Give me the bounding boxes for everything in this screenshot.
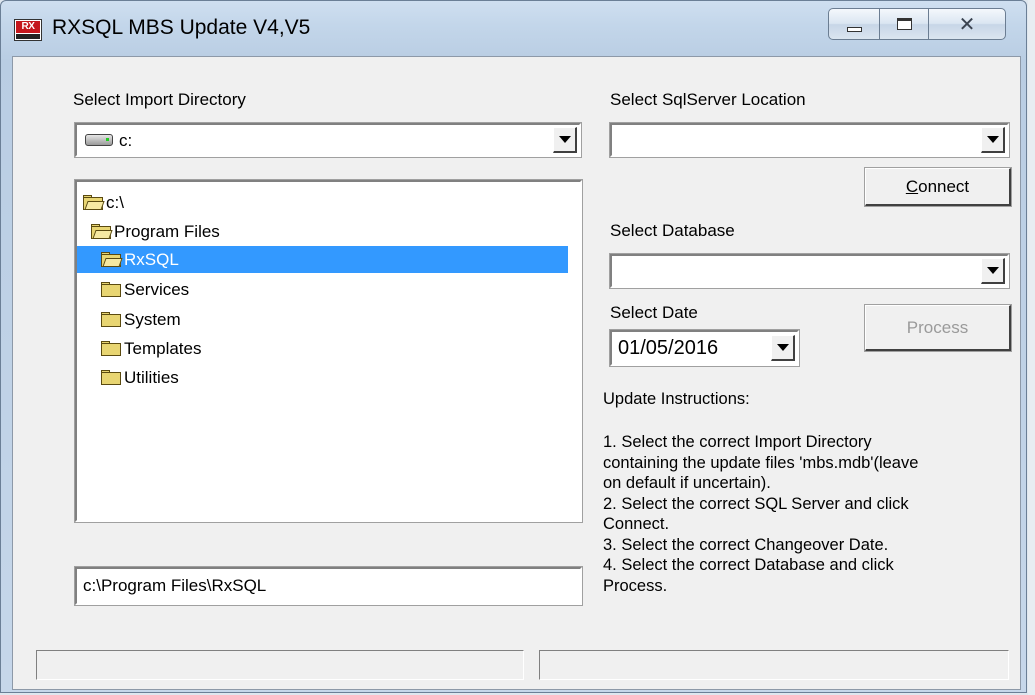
directory-item-label: Templates	[124, 338, 202, 358]
directory-item-selected[interactable]: RxSQL	[77, 246, 568, 273]
instruction-line: 2. Select the correct SQL Server and cli…	[603, 494, 909, 513]
process-button-label: Process	[906, 317, 969, 337]
dialog-client-area: Select Import Directory c: c:\ Program F…	[12, 56, 1021, 690]
folder-icon	[101, 282, 121, 297]
instruction-line: on default if uncertain).	[603, 474, 771, 492]
sqlserver-location-label: Select SqlServer Location	[610, 90, 806, 109]
chevron-down-icon	[986, 267, 999, 274]
directory-item-label: Program Files	[114, 221, 220, 241]
chevron-down-icon	[776, 344, 789, 351]
app-window: RX RXSQL MBS Update V4,V5 ✕ Select Impor…	[0, 0, 1027, 693]
instruction-line: Connect.	[603, 515, 670, 533]
database-select[interactable]	[609, 253, 1010, 289]
date-dropdown-button[interactable]	[771, 335, 795, 361]
desktop-background	[1028, 0, 1035, 695]
title-bar[interactable]: RX RXSQL MBS Update V4,V5 ✕	[1, 1, 1026, 56]
directory-item[interactable]: System	[101, 306, 181, 333]
directory-item[interactable]: Services	[101, 276, 189, 303]
selected-path-field[interactable]: c:\Program Files\RxSQL	[74, 566, 583, 606]
date-picker-value: 01/05/2016	[618, 337, 719, 359]
directory-item[interactable]: Templates	[101, 335, 201, 362]
instruction-line: containing the update files 'mbs.mdb'(le…	[603, 453, 919, 472]
directory-item-label: RxSQL	[124, 249, 179, 269]
minimize-icon	[846, 26, 862, 32]
connect-button-label: Connect	[905, 176, 970, 196]
date-label: Select Date	[610, 303, 698, 322]
maximize-icon	[896, 18, 912, 30]
directory-item-label: Services	[124, 279, 190, 299]
database-dropdown-button[interactable]	[981, 258, 1005, 284]
chevron-down-icon	[558, 136, 571, 143]
import-directory-label: Select Import Directory	[73, 90, 246, 109]
drive-select-value: c:	[119, 131, 133, 150]
directory-item-label: System	[124, 309, 181, 329]
open-folder-icon	[91, 224, 113, 239]
open-folder-icon	[83, 195, 105, 210]
status-panel-left	[36, 650, 524, 680]
selected-path-value: c:\Program Files\RxSQL	[83, 576, 267, 595]
directory-item-label: Utilities	[124, 367, 179, 387]
app-icon-text: RX	[16, 21, 40, 33]
instructions-title: Update Instructions:	[603, 390, 750, 408]
window-title: RXSQL MBS Update V4,V5	[52, 16, 311, 39]
minimize-button[interactable]	[828, 8, 880, 40]
instruction-line: 3. Select the correct Changeover Date.	[603, 535, 889, 554]
instructions-text: 1. Select the correct Import Directory c…	[603, 432, 1015, 596]
folder-icon	[101, 341, 121, 356]
process-button[interactable]: Process	[864, 304, 1012, 352]
instruction-line: 1. Select the correct Import Directory	[603, 433, 872, 451]
folder-icon	[101, 370, 121, 385]
open-folder-icon	[101, 252, 123, 267]
connect-button[interactable]: Connect	[864, 167, 1012, 207]
window-controls: ✕	[828, 8, 1006, 40]
close-button[interactable]: ✕	[928, 8, 1006, 40]
directory-list[interactable]: c:\ Program Files RxSQL Services System …	[74, 179, 583, 523]
instruction-line: Process.	[603, 576, 668, 595]
chevron-down-icon	[986, 136, 999, 143]
rxsql-app-icon[interactable]: RX	[14, 19, 42, 41]
close-icon: ✕	[958, 12, 976, 36]
sqlserver-dropdown-button[interactable]	[981, 127, 1005, 153]
drive-select[interactable]: c:	[74, 122, 582, 158]
directory-item[interactable]: Utilities	[101, 364, 179, 391]
maximize-button[interactable]	[880, 8, 928, 40]
directory-item-label: c:\	[106, 192, 124, 212]
database-label: Select Database	[610, 221, 735, 240]
sqlserver-select[interactable]	[609, 122, 1010, 158]
status-panel-right	[539, 650, 1009, 680]
directory-item[interactable]: Program Files	[91, 218, 220, 245]
directory-item[interactable]: c:\	[83, 189, 124, 216]
drive-dropdown-button[interactable]	[553, 127, 577, 153]
instruction-line: 4. Select the correct Database and click	[603, 556, 894, 574]
date-picker[interactable]: 01/05/2016	[609, 329, 800, 367]
hard-drive-icon	[85, 134, 113, 146]
folder-icon	[101, 312, 121, 327]
